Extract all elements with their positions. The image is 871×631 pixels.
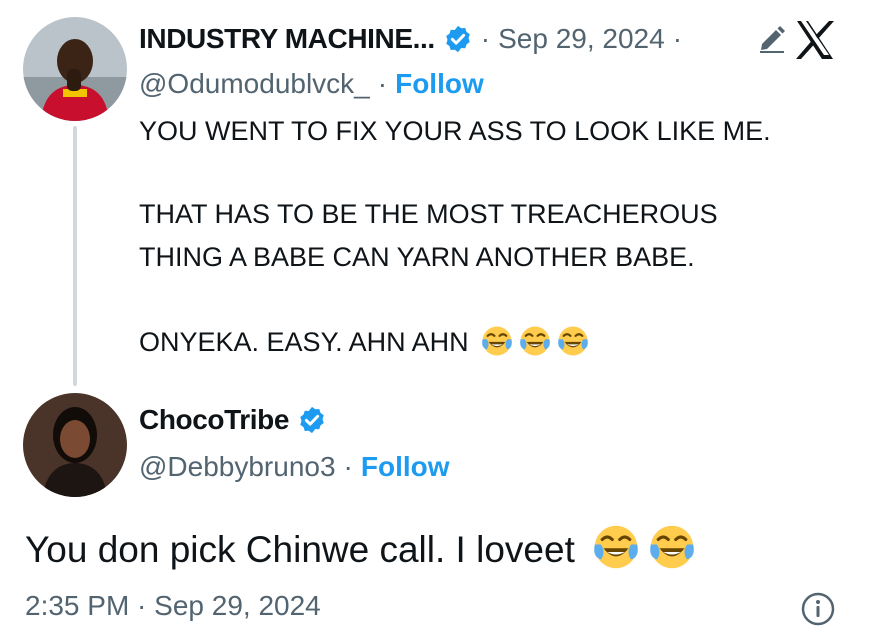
thread-connector-line: [73, 126, 77, 386]
edit-pencil-icon: [756, 22, 788, 54]
avatar-image: [23, 393, 127, 497]
tears-of-joy-emoji: [480, 324, 514, 358]
author-avatar-odumodublvck[interactable]: [23, 17, 127, 121]
tears-of-joy-emoji: [591, 522, 641, 572]
author-handle[interactable]: @Debbybruno3: [139, 451, 336, 483]
follow-button[interactable]: Follow: [361, 451, 450, 483]
separator-dot: ·: [343, 451, 353, 482]
avatar-image: [23, 17, 127, 121]
tears-of-joy-emoji: [647, 522, 697, 572]
separator-dot: ·: [672, 23, 683, 54]
tweet1-header: INDUSTRY MACHINE... · Sep 29, 2024 ·: [139, 18, 690, 60]
tweet-date[interactable]: Sep 29, 2024: [498, 23, 665, 55]
author-avatar-debbybruno[interactable]: [23, 393, 127, 497]
tweet-text-line: THING A BABE CAN YARN ANOTHER BABE.: [139, 242, 695, 272]
verified-badge-icon: [297, 405, 327, 435]
tweet-timestamp[interactable]: 2:35 PM · Sep 29, 2024: [25, 590, 321, 622]
tweet-text: ONYEKA. EASY. AHN AHN: [139, 327, 469, 357]
tweet-text-line-with-emoji: ONYEKA. EASY. AHN AHN: [139, 323, 590, 361]
x-logo-icon[interactable]: [793, 18, 837, 62]
tweet-text-line: THAT HAS TO BE THE MOST TREACHEROUS: [139, 199, 718, 229]
author-name[interactable]: ChocoTribe: [139, 404, 289, 436]
follow-button[interactable]: Follow: [395, 68, 484, 100]
tears-of-joy-emoji: [556, 324, 590, 358]
reply-tweet-text: You don pick Chinwe call. I loveet: [25, 522, 697, 575]
tweet2-header: ChocoTribe: [139, 400, 327, 440]
separator-dot: ·: [377, 68, 388, 99]
info-icon[interactable]: [800, 591, 836, 627]
verified-badge-icon: [443, 24, 473, 54]
tweet1-handle-row: @Odumodublvck_ · Follow: [139, 64, 484, 104]
tweet-text-line: YOU WENT TO FIX YOUR ASS TO LOOK LIKE ME…: [139, 116, 771, 146]
author-name[interactable]: INDUSTRY MACHINE...: [139, 23, 435, 55]
tears-of-joy-emoji: [518, 324, 552, 358]
tweet2-handle-row: @Debbybruno3 · Follow: [139, 447, 450, 487]
author-handle[interactable]: @Odumodublvck_: [139, 68, 370, 100]
separator-dot: ·: [480, 23, 491, 54]
tweet-text: You don pick Chinwe call. I loveet: [25, 529, 575, 570]
